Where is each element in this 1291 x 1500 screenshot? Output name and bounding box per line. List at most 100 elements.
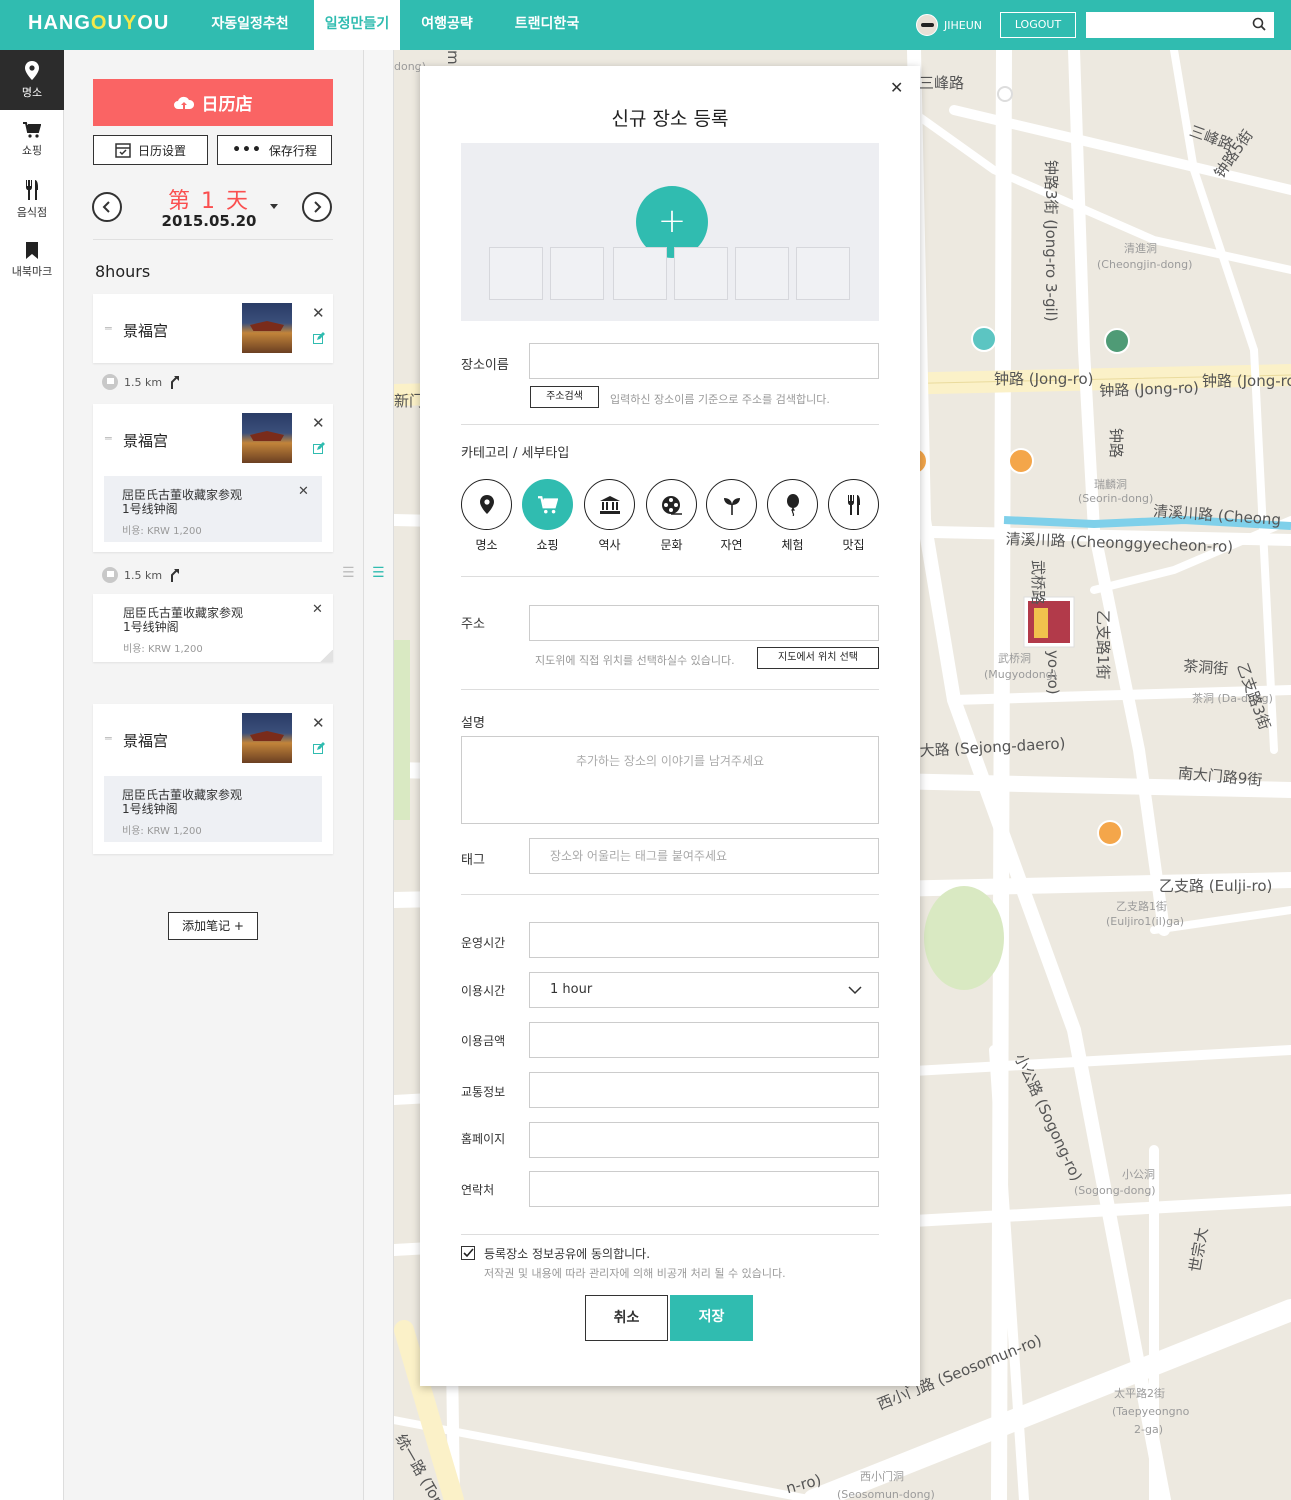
list-view-icon[interactable]: ☰ xyxy=(372,565,385,581)
memo-title: 屈臣氏古董收藏家参观 1号线钟阁 xyxy=(122,488,243,516)
itinerary-place-card[interactable]: ═ 景福宫 ✕ 屈臣氏古董收藏家参观 1号线钟阁 비용: KRW 1,200 ✕ xyxy=(93,404,333,552)
fee-input[interactable] xyxy=(529,1022,879,1058)
edit-note-icon[interactable] xyxy=(313,332,325,347)
drag-handle-icon[interactable]: ═ xyxy=(105,432,112,445)
transport-input[interactable] xyxy=(529,1072,879,1108)
remove-memo-button[interactable]: ✕ xyxy=(312,602,323,617)
select-on-map-button[interactable]: 지도에서 위치 선택 xyxy=(757,647,879,669)
place-name: 景福宫 xyxy=(123,432,169,450)
search-icon[interactable] xyxy=(1252,17,1266,34)
nav-trendy-korea[interactable]: 트랜디한국 xyxy=(504,0,590,50)
fork-knife-icon xyxy=(26,180,38,200)
tag-input[interactable] xyxy=(529,838,879,874)
map-label: 乙支路 (Eulji-ro) xyxy=(1159,877,1273,895)
edit-note-icon[interactable] xyxy=(313,442,325,457)
photo-slot[interactable] xyxy=(674,247,728,300)
photo-upload-area: + xyxy=(461,143,879,321)
nav-make-schedule[interactable]: 일정만들기 xyxy=(314,0,400,50)
photo-slot[interactable] xyxy=(550,247,604,300)
add-note-button[interactable]: 添加笔记 + xyxy=(168,912,258,940)
photo-slot[interactable] xyxy=(735,247,789,300)
homepage-input[interactable] xyxy=(529,1122,879,1158)
place-memo[interactable]: 屈臣氏古董收藏家参观 1号线钟阁 비용: KRW 1,200 xyxy=(104,776,322,842)
operating-hours-input[interactable] xyxy=(529,922,879,958)
map-label: 钟路 (Jong-ro) xyxy=(1099,378,1200,400)
consent-note: 저작권 및 내용에 따라 관리자에 의해 비공개 처리 될 수 있습니다. xyxy=(484,1267,786,1280)
duration-select[interactable]: 1 hour xyxy=(529,972,879,1008)
category-shopping[interactable] xyxy=(522,479,573,530)
remove-memo-button[interactable]: ✕ xyxy=(298,484,309,499)
nav-auto-schedule[interactable]: 자동일정추천 xyxy=(198,0,302,50)
map-label: (Seosomun-dong) xyxy=(837,1488,935,1500)
itinerary-memo-card[interactable]: ═ 屈臣氏古董收藏家参观 1号线钟阁 비용: KRW 1,200 ✕ xyxy=(93,594,333,662)
drag-handle-icon[interactable]: ═ xyxy=(105,322,112,335)
film-reel-icon xyxy=(661,495,682,515)
photo-slot[interactable] xyxy=(489,247,543,300)
prev-day-button[interactable] xyxy=(92,192,122,222)
place-thumbnail xyxy=(242,413,292,463)
photo-slot[interactable] xyxy=(796,247,850,300)
route-directions-icon[interactable] xyxy=(168,375,182,389)
consent-checkbox[interactable] xyxy=(461,1246,475,1260)
bookmark-icon xyxy=(26,241,38,259)
calendar-settings-button[interactable]: 日历设置 xyxy=(93,135,208,165)
place-name-input[interactable] xyxy=(529,343,879,379)
logo[interactable]: HANGOUYOU xyxy=(28,12,169,35)
photo-slot[interactable] xyxy=(613,247,667,300)
logout-button[interactable]: LOGOUT xyxy=(1000,12,1076,38)
category-history[interactable] xyxy=(584,479,635,530)
next-day-button[interactable] xyxy=(302,192,332,222)
map-label: 武桥洞 xyxy=(998,652,1031,665)
chevron-right-icon xyxy=(314,201,322,213)
search-box xyxy=(1086,12,1274,38)
remove-place-button[interactable]: ✕ xyxy=(312,414,325,432)
duration-selected-value: 1 hour xyxy=(550,982,593,997)
map-label: 武桥路 xyxy=(1029,560,1047,606)
divider xyxy=(93,239,333,240)
place-thumbnail xyxy=(242,303,292,353)
address-search-hint: 입력하신 장소이름 기준으로 주소를 검색합니다. xyxy=(610,393,830,406)
address-search-button[interactable]: 주소검색 xyxy=(530,386,599,408)
divider xyxy=(461,1234,879,1235)
close-icon[interactable]: ✕ xyxy=(890,78,903,97)
category-nature[interactable] xyxy=(706,479,757,530)
user-menu[interactable]: JIHEUN xyxy=(916,14,982,36)
remove-place-button[interactable]: ✕ xyxy=(312,714,325,732)
sidebar-item-restaurants[interactable]: 음식점 xyxy=(0,170,64,230)
divider xyxy=(461,894,879,895)
category-experience[interactable] xyxy=(767,479,818,530)
edit-note-icon[interactable] xyxy=(313,742,325,757)
sidebar-item-attractions[interactable]: 명소 xyxy=(0,50,64,110)
category-label-text: 맛집 xyxy=(842,538,865,552)
cancel-button[interactable]: 취소 xyxy=(585,1295,668,1341)
sidebar-item-label: 명소 xyxy=(21,85,43,99)
day-dropdown-caret-icon[interactable] xyxy=(270,204,278,209)
drag-handle-icon[interactable]: ═ xyxy=(105,732,112,745)
description-textarea[interactable]: 추가하는 장소의 이야기를 남겨주세요 xyxy=(461,736,879,824)
itinerary-place-card[interactable]: ═ 景福宫 ✕ xyxy=(93,294,333,363)
remove-place-button[interactable]: ✕ xyxy=(312,304,325,322)
sidebar-item-label: 쇼핑 xyxy=(21,144,43,157)
memo-cost: 비용: KRW 1,200 xyxy=(122,826,202,837)
category-culture[interactable] xyxy=(646,479,697,530)
place-name-label: 장소이름 xyxy=(461,358,509,373)
category-restaurants[interactable] xyxy=(828,479,879,530)
save-button[interactable]: 저장 xyxy=(670,1295,753,1341)
calendar-store-button[interactable]: 日历店 xyxy=(93,79,333,126)
save-itinerary-button[interactable]: ••• 保存行程 xyxy=(217,135,332,165)
place-memo[interactable]: 屈臣氏古董收藏家参观 1号线钟阁 비용: KRW 1,200 ✕ xyxy=(104,476,322,542)
list-view-icon-alt[interactable]: ☰ xyxy=(342,565,355,581)
itinerary-place-card[interactable]: ═ 景福宫 ✕ 屈臣氏古董收藏家参观 1号线钟阁 비용: KRW 1,200 xyxy=(93,704,333,854)
address-input[interactable] xyxy=(529,605,879,641)
nav-travel-guide[interactable]: 여행공략 xyxy=(410,0,484,50)
day-title: 第 1 天 xyxy=(168,189,250,214)
route-directions-icon[interactable] xyxy=(168,568,182,582)
sidebar-item-shopping[interactable]: 쇼핑 xyxy=(0,110,64,170)
map-label: (Cheongjin-dong) xyxy=(1097,258,1193,271)
username: JIHEUN xyxy=(944,18,982,32)
map-label: 小公洞 xyxy=(1122,1168,1155,1181)
category-attractions[interactable] xyxy=(461,479,512,530)
contact-input[interactable] xyxy=(529,1171,879,1207)
sidebar-item-bookmarks[interactable]: 내북마크 xyxy=(0,230,64,290)
search-input[interactable] xyxy=(1086,12,1246,38)
